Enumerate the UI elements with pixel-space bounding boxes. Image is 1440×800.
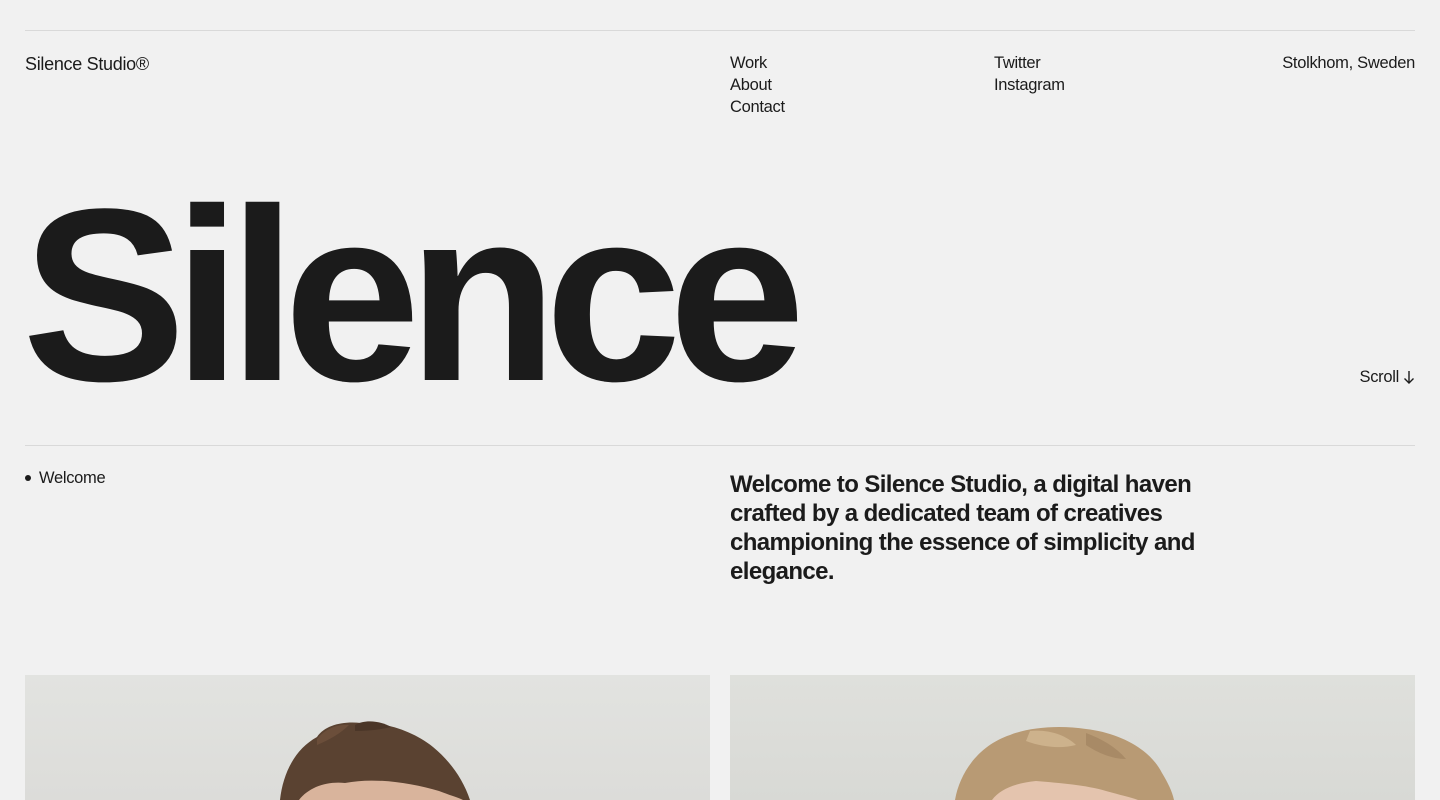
section-label: Welcome xyxy=(25,467,106,489)
nav-link-work[interactable]: Work xyxy=(730,52,785,74)
location-text: Stolkhom, Sweden xyxy=(1282,54,1415,72)
top-divider xyxy=(25,30,1415,31)
section-label-text: Welcome xyxy=(39,469,106,487)
scroll-label: Scroll xyxy=(1359,368,1400,386)
hero-heading: Silence xyxy=(22,158,805,433)
brand-logo[interactable]: Silence Studio® xyxy=(25,53,149,75)
team-member-photo-2 xyxy=(730,675,1415,800)
nav-link-contact[interactable]: Contact xyxy=(730,96,785,118)
intro-paragraph: Welcome to Silence Studio, a digital hav… xyxy=(730,471,1195,585)
social-links: Twitter Instagram xyxy=(994,52,1065,96)
social-link-instagram[interactable]: Instagram xyxy=(994,74,1065,96)
main-nav: Work About Contact xyxy=(730,52,785,118)
arrow-down-icon xyxy=(1404,371,1414,384)
scroll-button[interactable]: Scroll xyxy=(1360,366,1415,388)
social-link-twitter[interactable]: Twitter xyxy=(994,52,1065,74)
bullet-dot-icon xyxy=(25,475,31,481)
nav-link-about[interactable]: About xyxy=(730,74,785,96)
team-member-photo-1 xyxy=(25,675,710,800)
section-divider xyxy=(25,445,1415,446)
